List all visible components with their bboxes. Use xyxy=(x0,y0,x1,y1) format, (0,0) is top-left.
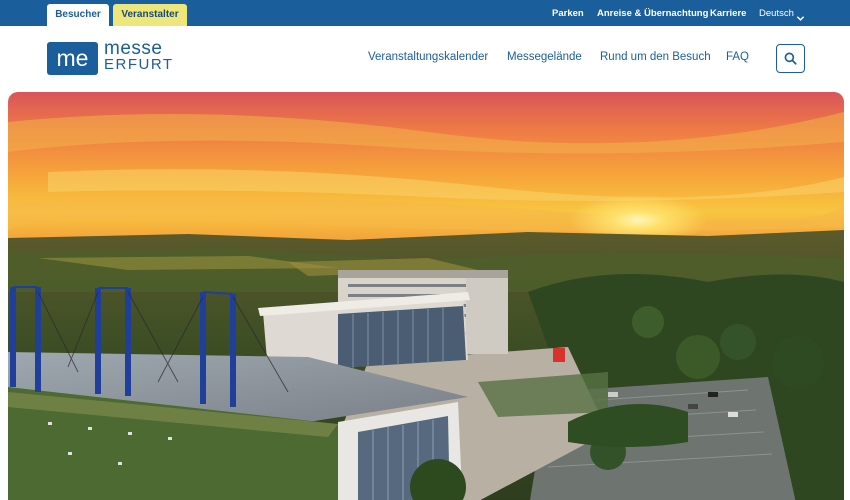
utility-link-parking[interactable]: Parken xyxy=(552,0,584,26)
site-header: me messe ERFURT Veranstaltungskalender M… xyxy=(0,26,850,90)
logo-wordmark-erfurt: ERFURT xyxy=(104,56,174,73)
chevron-down-icon xyxy=(796,7,805,22)
top-utility-bar: Besucher Veranstalter Parken Anreise & Ü… xyxy=(0,0,850,26)
tab-visitor[interactable]: Besucher xyxy=(47,4,109,26)
nav-event-calendar[interactable]: Veranstaltungskalender xyxy=(368,51,488,63)
nav-exhibition-grounds[interactable]: Messegelände xyxy=(507,51,582,63)
utility-link-travel[interactable]: Anreise & Übernachtung xyxy=(597,0,708,26)
logo-mark: me xyxy=(47,42,98,75)
search-icon xyxy=(784,52,797,65)
nav-faq[interactable]: FAQ xyxy=(726,51,749,63)
nav-about-visit[interactable]: Rund um den Besuch xyxy=(600,51,711,63)
utility-link-career[interactable]: Karriere xyxy=(710,0,746,26)
language-selector[interactable]: Deutsch xyxy=(759,0,805,26)
language-label: Deutsch xyxy=(759,8,794,19)
search-button[interactable] xyxy=(776,44,805,73)
tab-organizer[interactable]: Veranstalter xyxy=(113,4,187,26)
hero-image xyxy=(8,92,844,500)
